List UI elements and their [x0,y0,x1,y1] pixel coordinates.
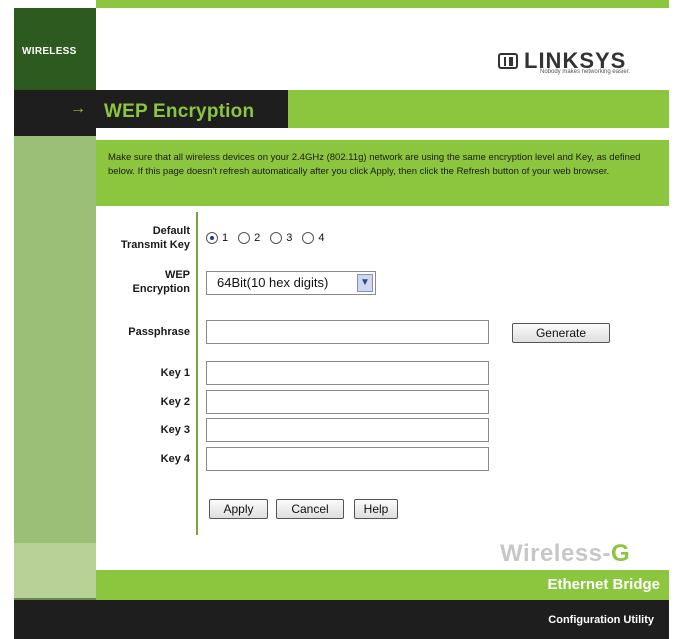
wep-label-line1: WEP [164,269,190,281]
cancel-button[interactable]: Cancel [276,499,344,519]
key1-input[interactable] [206,361,489,385]
form-divider [196,212,198,544]
configuration-utility-label: Configuration Utility [548,614,654,626]
wep-label-line2: Encryption [132,283,190,295]
product-line: Ethernet Bridge [547,576,660,593]
transmit-key-option-3: 3 [286,232,293,244]
linksys-logo-icon [498,53,518,69]
transmit-key-radio-3[interactable] [270,232,283,244]
key2-input[interactable] [206,390,489,414]
transmit-key-option-4: 4 [318,232,325,244]
key2-label: Key 2 [160,396,190,408]
transmit-key-radio-2[interactable] [238,232,251,244]
transmit-key-option-2: 2 [254,232,261,244]
transmit-key-radio-1[interactable] [206,232,218,244]
key1-label: Key 1 [160,367,190,379]
title-bar-accent [288,90,669,128]
transmit-key-option-1: 1 [222,232,229,244]
generate-button[interactable]: Generate [512,323,610,343]
wep-encryption-select[interactable]: 64Bit(10 hex digits) ▼ [206,271,376,295]
passphrase-label: Passphrase [128,326,190,338]
product-name-suffix: G [611,540,631,567]
page-description: Make sure that all wireless devices on y… [108,152,641,177]
apply-button[interactable]: Apply [209,499,268,519]
key4-input[interactable] [206,447,489,471]
wep-encryption-label: WEP Encryption [100,268,190,296]
page-title: WEP Encryption [104,101,255,122]
key3-label: Key 3 [160,424,190,436]
default-key-label-line1: Default [152,225,190,237]
arrow-right-icon: → [70,100,86,117]
product-name: Wireless-G [500,540,630,568]
transmit-key-radio-group: 1 2 3 4 [206,232,335,244]
wep-encryption-value: 64Bit(10 hex digits) [217,275,329,290]
key4-label: Key 4 [160,453,190,465]
help-button[interactable]: Help [354,499,398,519]
default-key-label-line2: Transmit Key [120,239,190,251]
product-name-prefix: Wireless- [500,540,611,567]
brand-tagline: Nobody makes networking easier. [540,69,631,75]
sidebar-section-label: WIRELESS [22,46,77,57]
default-transmit-key-label: Default Transmit Key [100,224,190,252]
chevron-down-icon[interactable]: ▼ [357,274,373,292]
passphrase-input[interactable] [206,320,489,344]
top-accent-strip [96,0,669,8]
key3-input[interactable] [206,418,489,442]
transmit-key-radio-4[interactable] [302,232,315,244]
